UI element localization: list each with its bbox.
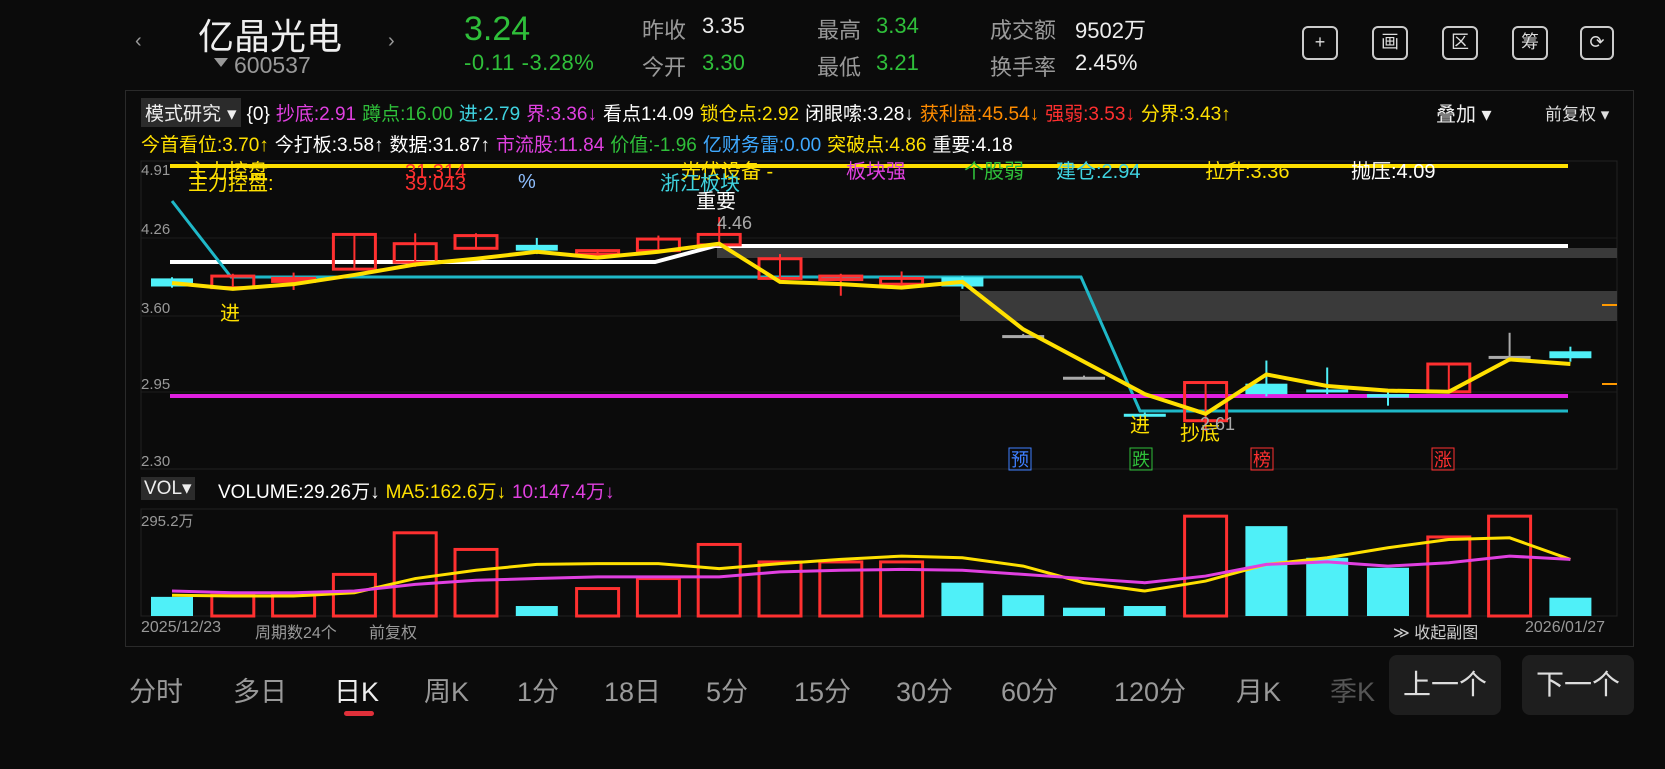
period-tab[interactable]: 季K (1330, 670, 1375, 709)
period-tab[interactable]: 月K (1236, 670, 1281, 709)
resistance-zone (717, 248, 1617, 258)
volume-bar (941, 582, 984, 616)
trend-line (171, 241, 1571, 416)
volume-bar (515, 606, 558, 616)
signal-tag-text: 跌 (1132, 450, 1150, 470)
adjust-mode: 前复权 (369, 625, 418, 642)
signal-tag-text: 预 (1011, 450, 1029, 470)
collapse-subchart-button[interactable]: ≫ 收起副图 (1393, 619, 1478, 643)
main-control-value: 39.043 (405, 173, 466, 195)
period-tab[interactable]: 30分 (896, 670, 953, 709)
volume-bar (1549, 597, 1592, 616)
period-tab[interactable]: 日K (334, 670, 379, 709)
period-tab[interactable]: 18日 (604, 670, 661, 709)
volume-bar (1123, 606, 1166, 616)
volume-bar (271, 593, 317, 618)
volume-bar (1306, 557, 1349, 616)
start-date: 2025/12/23 (141, 619, 222, 636)
volume-bar (1426, 535, 1472, 618)
block-strong-label: 板块强 (846, 160, 906, 183)
volume-value: MA5:162.6万↓ (385, 482, 506, 503)
volume-value: VOLUME:29.26万↓ (218, 482, 380, 503)
peak-label: 4.46 (717, 213, 752, 233)
period-tab[interactable]: 1分 (517, 670, 559, 709)
period-tab[interactable]: 120分 (1114, 670, 1186, 709)
stock-weak-label: 个股弱 (964, 160, 1024, 183)
resistance-zone (960, 291, 1617, 321)
period-count: 周期数24个 (255, 625, 337, 642)
period-tab[interactable]: 分时 (129, 670, 183, 709)
volume-bar (575, 587, 621, 618)
percent-label: % (518, 171, 536, 193)
volume-bar (696, 542, 742, 618)
chart-canvas: 主力控盘 主力控盘: 31.314 39.043 % 光伏设备 - 浙江板块 重… (140, 160, 1618, 618)
volume-bar (1002, 595, 1045, 616)
volume-bar (151, 596, 193, 616)
volume-bar (1487, 514, 1533, 618)
candle-body[interactable] (1367, 394, 1409, 398)
candle-body[interactable] (1549, 351, 1592, 359)
enter-label: 进 (1130, 414, 1150, 437)
volume-bar (210, 593, 256, 618)
period-tab[interactable]: 5分 (706, 670, 748, 709)
main-control-label: 主力控盘: (188, 172, 274, 195)
press-label: 抛压:4.09 (1351, 160, 1435, 183)
candle-body[interactable] (515, 244, 558, 251)
prev-button[interactable]: 上一个 (1389, 655, 1501, 715)
signal-tag-text: 榜 (1253, 450, 1271, 470)
volume-bar (1063, 607, 1105, 616)
build-label: 建仓:2.94 (1056, 160, 1140, 183)
end-date: 2026/01/27 (1525, 619, 1606, 636)
ma10-line (171, 554, 1571, 595)
volume-bar (331, 572, 377, 618)
period-tab[interactable]: 周K (424, 670, 469, 709)
volume-bar (1245, 526, 1288, 616)
active-tab-indicator (344, 711, 374, 716)
volume-bar (1367, 567, 1409, 616)
important-label: 重要 (696, 190, 736, 213)
next-button[interactable]: 下一个 (1522, 655, 1634, 715)
period-tab[interactable]: 60分 (1001, 670, 1058, 709)
volume-max-label: 295.2万 (141, 513, 194, 530)
period-tab[interactable]: 15分 (794, 670, 851, 709)
volume-indicator-line: VOLUME:29.26万↓ MA5:162.6万↓ 10:147.4万↓ (218, 477, 626, 504)
signal-tag-text: 涨 (1434, 450, 1452, 470)
candle-body[interactable] (1306, 389, 1349, 393)
volume-bar (635, 577, 681, 618)
candle-body[interactable] (1063, 376, 1105, 380)
volume-bar (392, 531, 438, 618)
volume-value: 10:147.4万↓ (511, 482, 615, 503)
pull-label: 拉升:3.36 (1205, 160, 1289, 183)
volume-bar (1183, 514, 1229, 618)
enter-label: 进 (220, 302, 240, 325)
period-tab[interactable]: 多日 (233, 670, 287, 709)
volume-selector[interactable]: VOL▾ (141, 477, 195, 500)
low-label: 2.61 (1200, 414, 1235, 434)
